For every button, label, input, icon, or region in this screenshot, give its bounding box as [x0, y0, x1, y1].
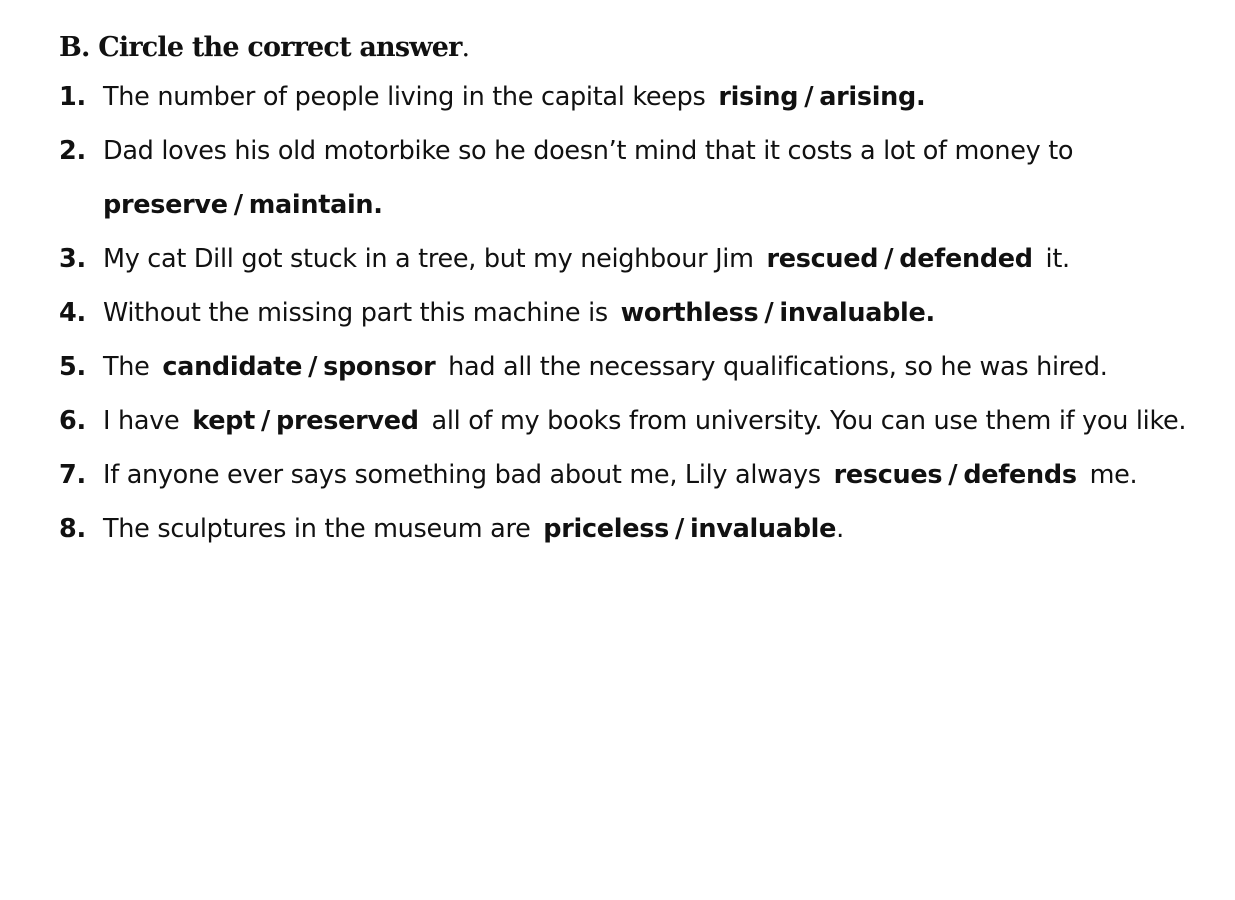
question-text-before: The number of people living in the capit… [103, 82, 706, 112]
question-text-after: it. [1045, 244, 1071, 274]
question-text-before: My cat Dill got stuck in a tree, but my … [103, 244, 754, 274]
question-number: 7. [59, 460, 86, 490]
question-text-after: . [836, 514, 844, 544]
exercise-title-period: . [461, 32, 471, 63]
question-item: 4. Without the missing part this machine… [59, 286, 1199, 340]
option-separator: / [948, 460, 958, 490]
question-number: 3. [59, 244, 86, 274]
answer-option-a[interactable]: priceless [543, 514, 669, 544]
question-text-before: Dad loves his old motorbike so he doesn’… [103, 136, 1074, 166]
answer-option-b[interactable]: defends [963, 460, 1077, 490]
question-item: 1. The number of people living in the ca… [59, 70, 1199, 124]
question-number: 6. [59, 406, 86, 436]
question-number: 1. [59, 82, 86, 112]
answer-option-b[interactable]: preserved [276, 406, 419, 436]
option-separator: / [804, 82, 814, 112]
answer-choice-group: worthless / invaluable. [616, 298, 940, 328]
option-separator: / [308, 352, 318, 382]
question-number: 2. [59, 136, 86, 166]
answer-option-a[interactable]: rescued [766, 244, 878, 274]
answer-option-a[interactable]: kept [192, 406, 255, 436]
option-separator: / [884, 244, 894, 274]
question-item: 7. If anyone ever says something bad abo… [59, 448, 1199, 502]
question-text-after: me. [1089, 460, 1138, 490]
answer-option-b[interactable]: invaluable [690, 514, 836, 544]
answer-choice-group: rescues / defends [829, 460, 1082, 490]
question-text-before: If anyone ever says something bad about … [103, 460, 821, 490]
question-item: 6. I have kept / preserved all of my books… [59, 394, 1199, 448]
question-text-before: Without the missing part this machine is [103, 298, 608, 328]
answer-option-b[interactable]: maintain. [249, 190, 383, 220]
answer-option-a[interactable]: candidate [162, 352, 302, 382]
option-separator: / [261, 406, 271, 436]
question-text-before: The sculptures in the museum are [103, 514, 531, 544]
answer-option-b[interactable]: defended [899, 244, 1033, 274]
answer-choice-group: kept / preserved [187, 406, 423, 436]
answer-option-b[interactable]: sponsor [323, 352, 436, 382]
answer-option-b[interactable]: arising. [819, 82, 925, 112]
option-separator: / [233, 190, 243, 220]
question-text-after: had all the necessary qualifications, so… [448, 352, 1108, 382]
answer-option-a[interactable]: worthless [621, 298, 759, 328]
answer-option-a[interactable]: preserve [103, 190, 228, 220]
answer-choice-group: candidate / sponsor [157, 352, 440, 382]
question-number: 4. [59, 298, 86, 328]
answer-choice-group: priceless / invaluable [538, 514, 836, 544]
exercise-title-text: B. Circle the correct answer [59, 32, 462, 63]
question-text-after: all of my books from university. You can… [431, 406, 1187, 436]
answer-choice-group: preserve / maintain. [103, 190, 388, 220]
question-list: 1. The number of people living in the ca… [59, 70, 1199, 556]
exercise-title: B. Circle the correct answer. [59, 28, 1199, 68]
question-item: 8. The sculptures in the museum are pric… [59, 502, 1199, 556]
worksheet: B. Circle the correct answer. 1. The num… [59, 28, 1199, 556]
question-text-before: The [103, 352, 150, 382]
answer-option-a[interactable]: rescues [834, 460, 943, 490]
question-text-before: I have [103, 406, 180, 436]
option-separator: / [674, 514, 684, 544]
question-item: 3. My cat Dill got stuck in a tree, but … [59, 232, 1199, 286]
question-number: 8. [59, 514, 86, 544]
question-number: 5. [59, 352, 86, 382]
option-separator: / [764, 298, 774, 328]
answer-choice-group: rising / arising. [713, 82, 930, 112]
answer-option-a[interactable]: rising [718, 82, 798, 112]
question-item: 5. The candidate / sponsor had all the nec… [59, 340, 1199, 394]
question-item: 2. Dad loves his old motorbike so he doe… [59, 124, 1199, 232]
answer-option-b[interactable]: invaluable. [779, 298, 935, 328]
answer-choice-group: rescued / defended [761, 244, 1037, 274]
